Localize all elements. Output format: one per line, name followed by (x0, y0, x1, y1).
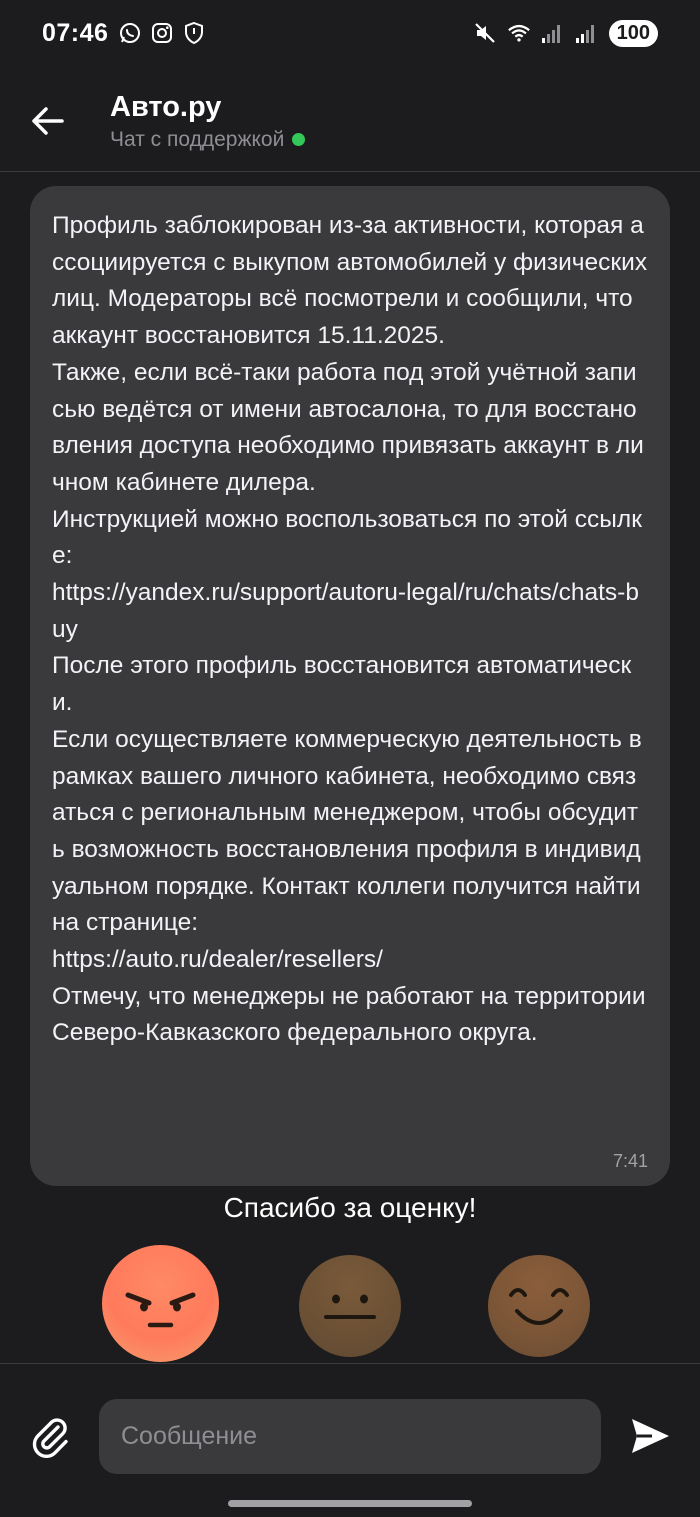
instagram-icon (150, 21, 174, 45)
status-bar-left: 07:46 (42, 19, 206, 48)
wifi-icon (507, 21, 531, 45)
neutral-face-icon (324, 1294, 376, 1319)
back-button[interactable] (18, 91, 78, 151)
rating-thanks-text: Спасибо за оценку! (223, 1192, 477, 1223)
rating-options (0, 1245, 700, 1362)
status-bar: 07:46 100 (0, 0, 700, 66)
angry-emoji-button[interactable] (102, 1245, 219, 1362)
whatsapp-icon (118, 21, 142, 45)
message-input[interactable] (99, 1399, 601, 1474)
paperclip-icon (32, 1418, 68, 1458)
message-time: 7:41 (612, 1151, 648, 1171)
send-icon (632, 1419, 669, 1453)
signal-2-icon (575, 21, 599, 45)
smile-face-icon (509, 1288, 569, 1325)
battery-indicator: 100 (608, 19, 658, 47)
status-time: 07:46 (42, 18, 109, 47)
chat-subtitle-row: Чат с поддержкой (110, 127, 306, 152)
shield-icon (182, 21, 206, 45)
chat-screen: 07:46 100 Авто.ру Чат с поддержкой Профи… (0, 0, 700, 1517)
send-button[interactable] (628, 1414, 672, 1458)
message-composer (0, 1364, 700, 1517)
attach-button[interactable] (28, 1414, 72, 1458)
chat-subtitle: Чат с поддержкой (110, 127, 285, 151)
chat-header: Авто.ру Чат с поддержкой (0, 70, 700, 172)
arrow-left-icon (32, 106, 64, 135)
incoming-message-bubble[interactable]: Профиль заблокирован из-за активности, к… (30, 186, 670, 1186)
chat-title: Авто.ру (110, 90, 222, 123)
signal-1-icon (541, 21, 565, 45)
header-text: Авто.ру Чат с поддержкой (110, 90, 306, 152)
message-text: Профиль заблокирован из-за активности, к… (52, 212, 648, 1047)
home-indicator[interactable] (228, 1500, 472, 1507)
online-status-dot (292, 133, 306, 146)
mute-icon (473, 21, 497, 45)
happy-emoji-button[interactable] (488, 1255, 590, 1357)
status-bar-right: 100 (473, 19, 658, 47)
notification-icons (118, 21, 206, 45)
neutral-emoji-button[interactable] (299, 1255, 401, 1357)
angry-face-icon (125, 1292, 196, 1328)
